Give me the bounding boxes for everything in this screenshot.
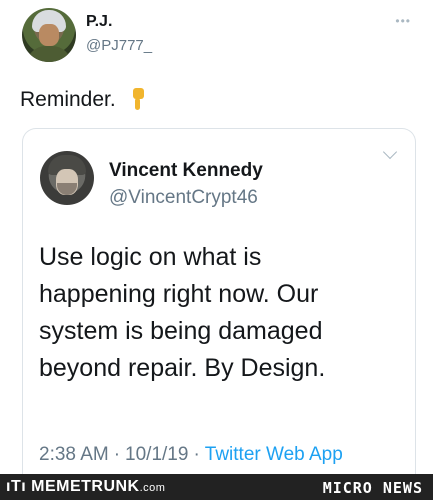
source-app-link[interactable]: Twitter Web App — [205, 444, 343, 465]
author-avatar[interactable] — [22, 8, 76, 62]
pointing-down-emoji-icon — [130, 88, 146, 110]
separator: · — [113, 444, 121, 465]
quoted-author-name[interactable]: Vincent Kennedy — [109, 160, 263, 182]
memetrunk-brand: ıTı MEMETRUNK — [6, 478, 140, 495]
tweet-text: Reminder. — [20, 88, 146, 112]
quoted-author-avatar[interactable] — [40, 151, 94, 205]
separator: · — [193, 444, 200, 465]
memetrunk-suffix: .com — [139, 482, 166, 494]
quoted-tweet-card[interactable]: Vincent Kennedy @VincentCrypt46 Use logi… — [22, 128, 416, 486]
more-icon[interactable]: ••• — [395, 14, 411, 28]
tweet-metadata: 2:38 AM · 10/1/19 · Twitter Web App — [39, 444, 343, 466]
watermark-banner: ıTı MEMETRUNK.com MICRO NEWS — [0, 474, 433, 500]
quoted-author-handle[interactable]: @VincentCrypt46 — [109, 187, 258, 209]
micro-news-brand: MICRO NEWS — [322, 479, 423, 497]
tweet-text-content: Reminder. — [20, 88, 116, 111]
tweet-time[interactable]: 2:38 AM — [39, 444, 109, 465]
author-name[interactable]: P.J. — [86, 13, 112, 31]
memetrunk-logo: ıTı MEMETRUNK.com — [6, 478, 165, 496]
author-handle[interactable]: @PJ777_ — [86, 37, 152, 54]
tweet-date[interactable]: 10/1/19 — [125, 444, 188, 465]
chevron-down-icon[interactable] — [382, 144, 398, 160]
quoted-tweet-text: Use logic on what is happening right now… — [39, 243, 326, 382]
